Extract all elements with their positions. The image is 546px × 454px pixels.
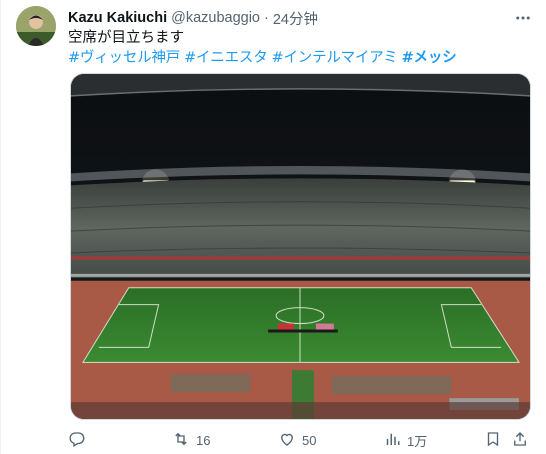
- bookmark-icon: [484, 430, 502, 451]
- reply-icon: [68, 430, 86, 451]
- bookmark-button[interactable]: [484, 427, 502, 453]
- retweet-icon: [172, 430, 190, 451]
- share-icon: [511, 430, 529, 451]
- hashtag-list: #ヴィッセル神戸 #イニエスタ #インテルマイアミ #メッシ: [68, 48, 530, 68]
- separator-dot: ·: [264, 10, 269, 26]
- retweet-count: 16: [196, 432, 211, 448]
- views-button[interactable]: 1万: [383, 427, 427, 453]
- tweet-body: 空席が目立ちます: [68, 30, 184, 46]
- retweet-button[interactable]: 16: [172, 427, 210, 453]
- hashtag-link[interactable]: #インテルマイアミ: [272, 50, 398, 66]
- timestamp[interactable]: 24分钟: [273, 8, 318, 29]
- tweet-photo[interactable]: [70, 73, 531, 420]
- more-icon[interactable]: [512, 8, 534, 28]
- hashtag-link[interactable]: #イニエスタ: [184, 50, 268, 66]
- tweet-header: Kazu Kakiuchi @kazubaggio · 24分钟: [68, 8, 506, 28]
- tweet-text: 空席が目立ちます #ヴィッセル神戸 #イニエスタ #インテルマイアミ #メッシ: [68, 28, 530, 68]
- like-icon: [278, 430, 296, 451]
- timeline-border: [0, 0, 1, 454]
- hashtag-link[interactable]: #メッシ: [402, 50, 457, 66]
- reply-button[interactable]: [68, 427, 92, 453]
- action-bar: 16 50 1万: [60, 427, 534, 453]
- avatar[interactable]: [16, 6, 56, 46]
- share-button[interactable]: [511, 427, 529, 453]
- views-icon: [383, 430, 401, 451]
- author-handle[interactable]: @kazubaggio: [171, 10, 260, 26]
- author-name[interactable]: Kazu Kakiuchi: [68, 10, 167, 26]
- like-button[interactable]: 50: [278, 427, 316, 453]
- hashtag-link[interactable]: #ヴィッセル神戸: [68, 50, 180, 66]
- views-count: 1万: [407, 433, 428, 449]
- like-count: 50: [302, 432, 317, 448]
